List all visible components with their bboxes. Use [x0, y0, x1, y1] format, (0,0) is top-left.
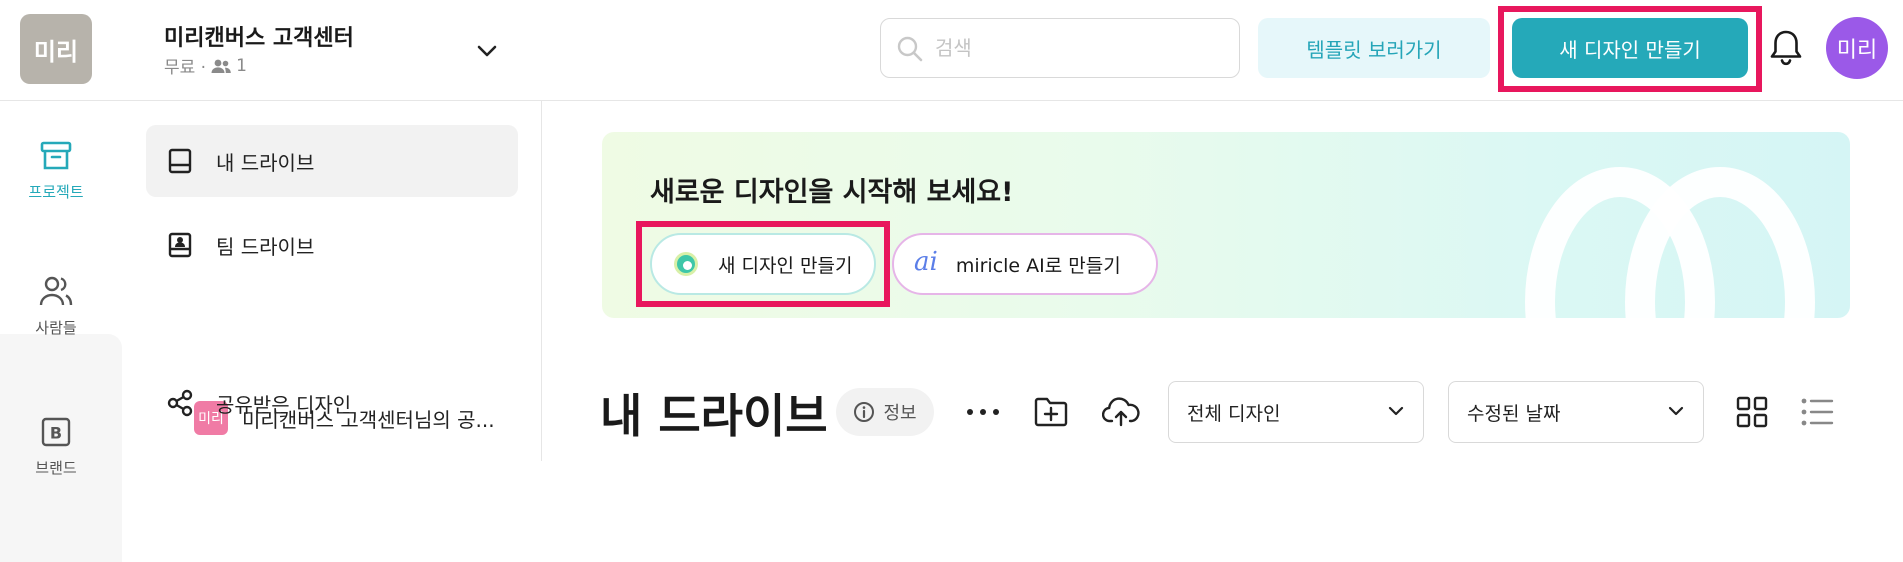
banner-new-design-label: 새 디자인 만들기	[718, 254, 853, 277]
svg-text:B: B	[50, 424, 62, 443]
info-label: 정보	[883, 403, 917, 424]
design-type-value: 전체 디자인	[1187, 402, 1281, 425]
sidebar-label: 공유받은 디자인	[216, 392, 352, 417]
page-title: 내 드라이브	[600, 389, 828, 443]
new-design-button[interactable]: 새 디자인 만들기	[1512, 18, 1748, 78]
design-type-select[interactable]: 전체 디자인	[1168, 381, 1424, 443]
rail-item-brand[interactable]: B 브랜드	[0, 417, 112, 478]
info-button[interactable]: 정보	[836, 388, 934, 436]
folder-plus-icon	[1034, 397, 1068, 427]
grid-view-button[interactable]	[1731, 392, 1773, 432]
sidebar-item-my-drive[interactable]: 내 드라이브	[146, 125, 518, 197]
members-icon	[211, 59, 231, 73]
rail-label-projects: 프로젝트	[28, 183, 84, 201]
search-input[interactable]	[935, 27, 1225, 69]
workspace-name[interactable]: 미리캔버스 고객센터	[164, 20, 354, 52]
rail-item-projects[interactable]: 프로젝트	[0, 141, 112, 202]
workspace-dropdown[interactable]	[470, 34, 504, 68]
user-avatar[interactable]: 미리	[1826, 17, 1888, 79]
workspace-meta: 무료 · 1	[164, 53, 247, 79]
banner-new-design-button[interactable]: 새 디자인 만들기	[650, 233, 876, 295]
template-browse-button[interactable]: 템플릿 보러가기	[1258, 18, 1490, 78]
people-icon	[39, 276, 73, 306]
workspace-avatar[interactable]: 미리	[20, 14, 92, 84]
grid-view-icon	[1736, 396, 1768, 428]
chevron-down-icon	[477, 45, 497, 57]
rail-item-people[interactable]: 사람들	[0, 275, 112, 338]
list-view-button[interactable]	[1796, 392, 1838, 432]
search-box[interactable]	[880, 18, 1240, 78]
banner-title: 새로운 디자인을 시작해 보세요!	[650, 177, 1014, 208]
sidebar-label: 팀 드라이브	[216, 234, 315, 259]
brand-icon: B	[41, 417, 71, 447]
sidebar-item-team-drive[interactable]: 팀 드라이브	[146, 209, 518, 281]
team-drive-icon	[166, 231, 194, 259]
share-icon	[166, 389, 194, 417]
more-horizontal-icon	[967, 409, 999, 415]
sort-select[interactable]: 수정된 날짜	[1448, 381, 1704, 443]
cloud-upload-icon	[1102, 397, 1140, 427]
drive-icon	[166, 147, 194, 175]
drive-sidebar: 내 드라이브 팀 드라이브 미리 미리캔버스 고객센터님의 공... 공유받은 …	[122, 101, 542, 461]
rail-label-people: 사람들	[35, 319, 77, 337]
miricle-logo-icon	[674, 252, 698, 276]
sidebar-label: 내 드라이브	[216, 150, 315, 175]
info-icon	[854, 402, 875, 422]
banner-decoration	[1525, 167, 1815, 318]
chevron-down-icon	[1668, 406, 1684, 416]
top-header: 미리 미리캔버스 고객센터 무료 · 1 템플릿 보러가기 새 디자인 만들기 …	[0, 0, 1903, 101]
miricle-ai-button[interactable]: ai miricle AI로 만들기	[892, 233, 1158, 295]
left-rail: 프로젝트 사람들 B 브랜드	[0, 101, 122, 562]
sort-value: 수정된 날짜	[1467, 402, 1561, 425]
more-options-button[interactable]	[962, 392, 1004, 432]
upload-button[interactable]	[1100, 392, 1142, 432]
new-folder-button[interactable]	[1030, 392, 1072, 432]
workspace-plan: 무료 ·	[164, 58, 207, 78]
bell-icon[interactable]	[1768, 28, 1804, 68]
search-icon	[897, 36, 923, 62]
rail-label-brand: 브랜드	[35, 459, 77, 477]
member-count: 1	[236, 55, 247, 76]
chevron-down-icon	[1388, 406, 1404, 416]
sidebar-item-shared-designs[interactable]: 공유받은 디자인	[146, 367, 518, 439]
miricle-ai-label: miricle AI로 만들기	[955, 254, 1121, 277]
list-view-icon	[1801, 398, 1834, 426]
archive-icon	[40, 141, 72, 170]
ai-sparkle-icon: ai	[914, 247, 938, 277]
